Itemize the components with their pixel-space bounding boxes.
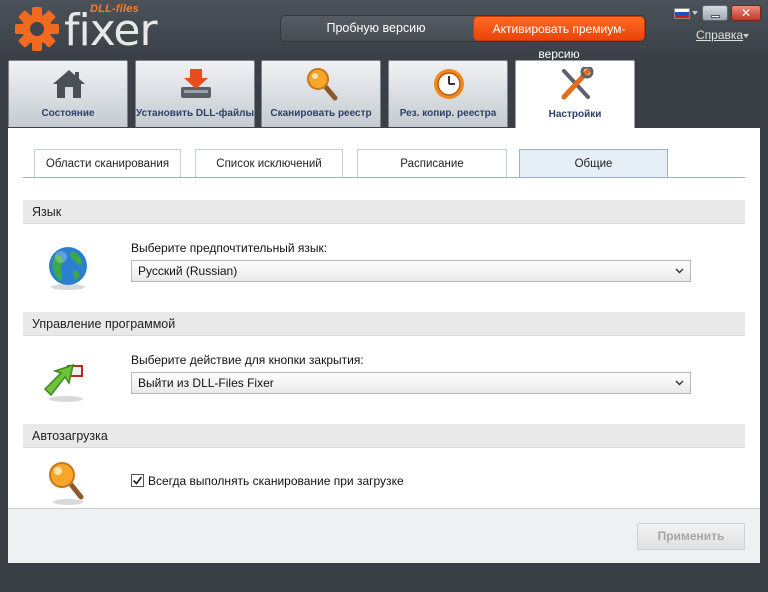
title-bar: DLL-files fixer Пробную версию Активиров… [0,0,768,61]
help-caret-icon[interactable] [743,34,749,38]
tab-install-dll[interactable]: Установить DLL-файлы [135,60,255,127]
subtab-general[interactable]: Общие [519,149,668,177]
globe-icon [49,247,87,290]
subtab-schedule[interactable]: Расписание [357,149,507,177]
chevron-down-icon [675,380,684,386]
language-caret-icon[interactable] [692,11,698,15]
apply-button[interactable]: Применить [637,523,745,550]
tab-settings[interactable]: Настройки [515,60,635,128]
close-icon: ✕ [740,6,752,20]
settings-tools-icon [561,67,594,100]
tab-status[interactable]: Состояние [8,60,128,127]
app-logo: DLL-files fixer [14,2,164,56]
language-select-value: Русский (Russian) [138,264,238,278]
gear-logo-icon [15,7,59,51]
activate-premium-button[interactable]: Активировать премиум-версию [473,16,645,61]
section-language-header: Язык [23,200,745,224]
home-icon [53,70,85,98]
autostart-scan-checkbox[interactable] [131,474,144,487]
magnifier-icon [49,462,84,505]
settings-panel: Области сканирования Список исключений Р… [8,128,760,508]
scan-registry-icon [307,68,338,101]
brand-name: fixer [64,5,158,56]
autostart-scan-label[interactable]: Всегда выполнять сканирование при загруз… [148,474,404,488]
language-label: Выберите предпочтительный язык: [131,241,328,255]
tab-scan-registry-label: Сканировать реестр [270,108,372,119]
russian-flag-icon[interactable] [674,8,690,19]
subtab-exclusion-list[interactable]: Список исключений [195,149,343,177]
close-action-label: Выберите действие для кнопки закрытия: [131,353,364,367]
section-autostart-header: Автозагрузка [23,424,745,448]
close-action-select[interactable]: Выйти из DLL-Files Fixer [131,372,691,394]
help-link[interactable]: Справка [696,28,743,42]
main-tab-strip: Состояние Установить DLL-файлы Сканирова… [8,60,760,128]
tab-status-label: Состояние [41,108,95,119]
tab-install-dll-label: Установить DLL-файлы [136,108,254,119]
minimize-icon [711,15,720,18]
checkmark-icon [132,476,143,485]
chevron-down-icon [675,268,684,274]
section-program-header: Управление программой [23,312,745,336]
close-window-button[interactable]: ✕ [731,5,761,21]
minimize-button[interactable] [702,5,728,21]
tab-registry-backup[interactable]: Рез. копир. реестра [388,60,508,127]
tab-scan-registry[interactable]: Сканировать реестр [261,60,381,127]
license-button-group: Пробную версию Активировать премиум-верс… [280,15,646,61]
settings-sub-tabs: Области сканирования Список исключений Р… [23,148,745,178]
close-action-select-value: Выйти из DLL-Files Fixer [138,376,274,390]
language-select[interactable]: Русский (Russian) [131,260,691,282]
tab-registry-backup-label: Рез. копир. реестра [399,108,497,119]
registry-backup-icon [434,69,464,99]
tab-settings-label: Настройки [548,109,602,120]
trial-version-button[interactable]: Пробную версию [281,16,471,41]
subtab-scan-areas[interactable]: Области сканирования [34,149,181,177]
install-dll-icon [181,69,211,98]
footer-bar: Применить [8,508,760,563]
exit-arrow-icon [43,363,83,402]
